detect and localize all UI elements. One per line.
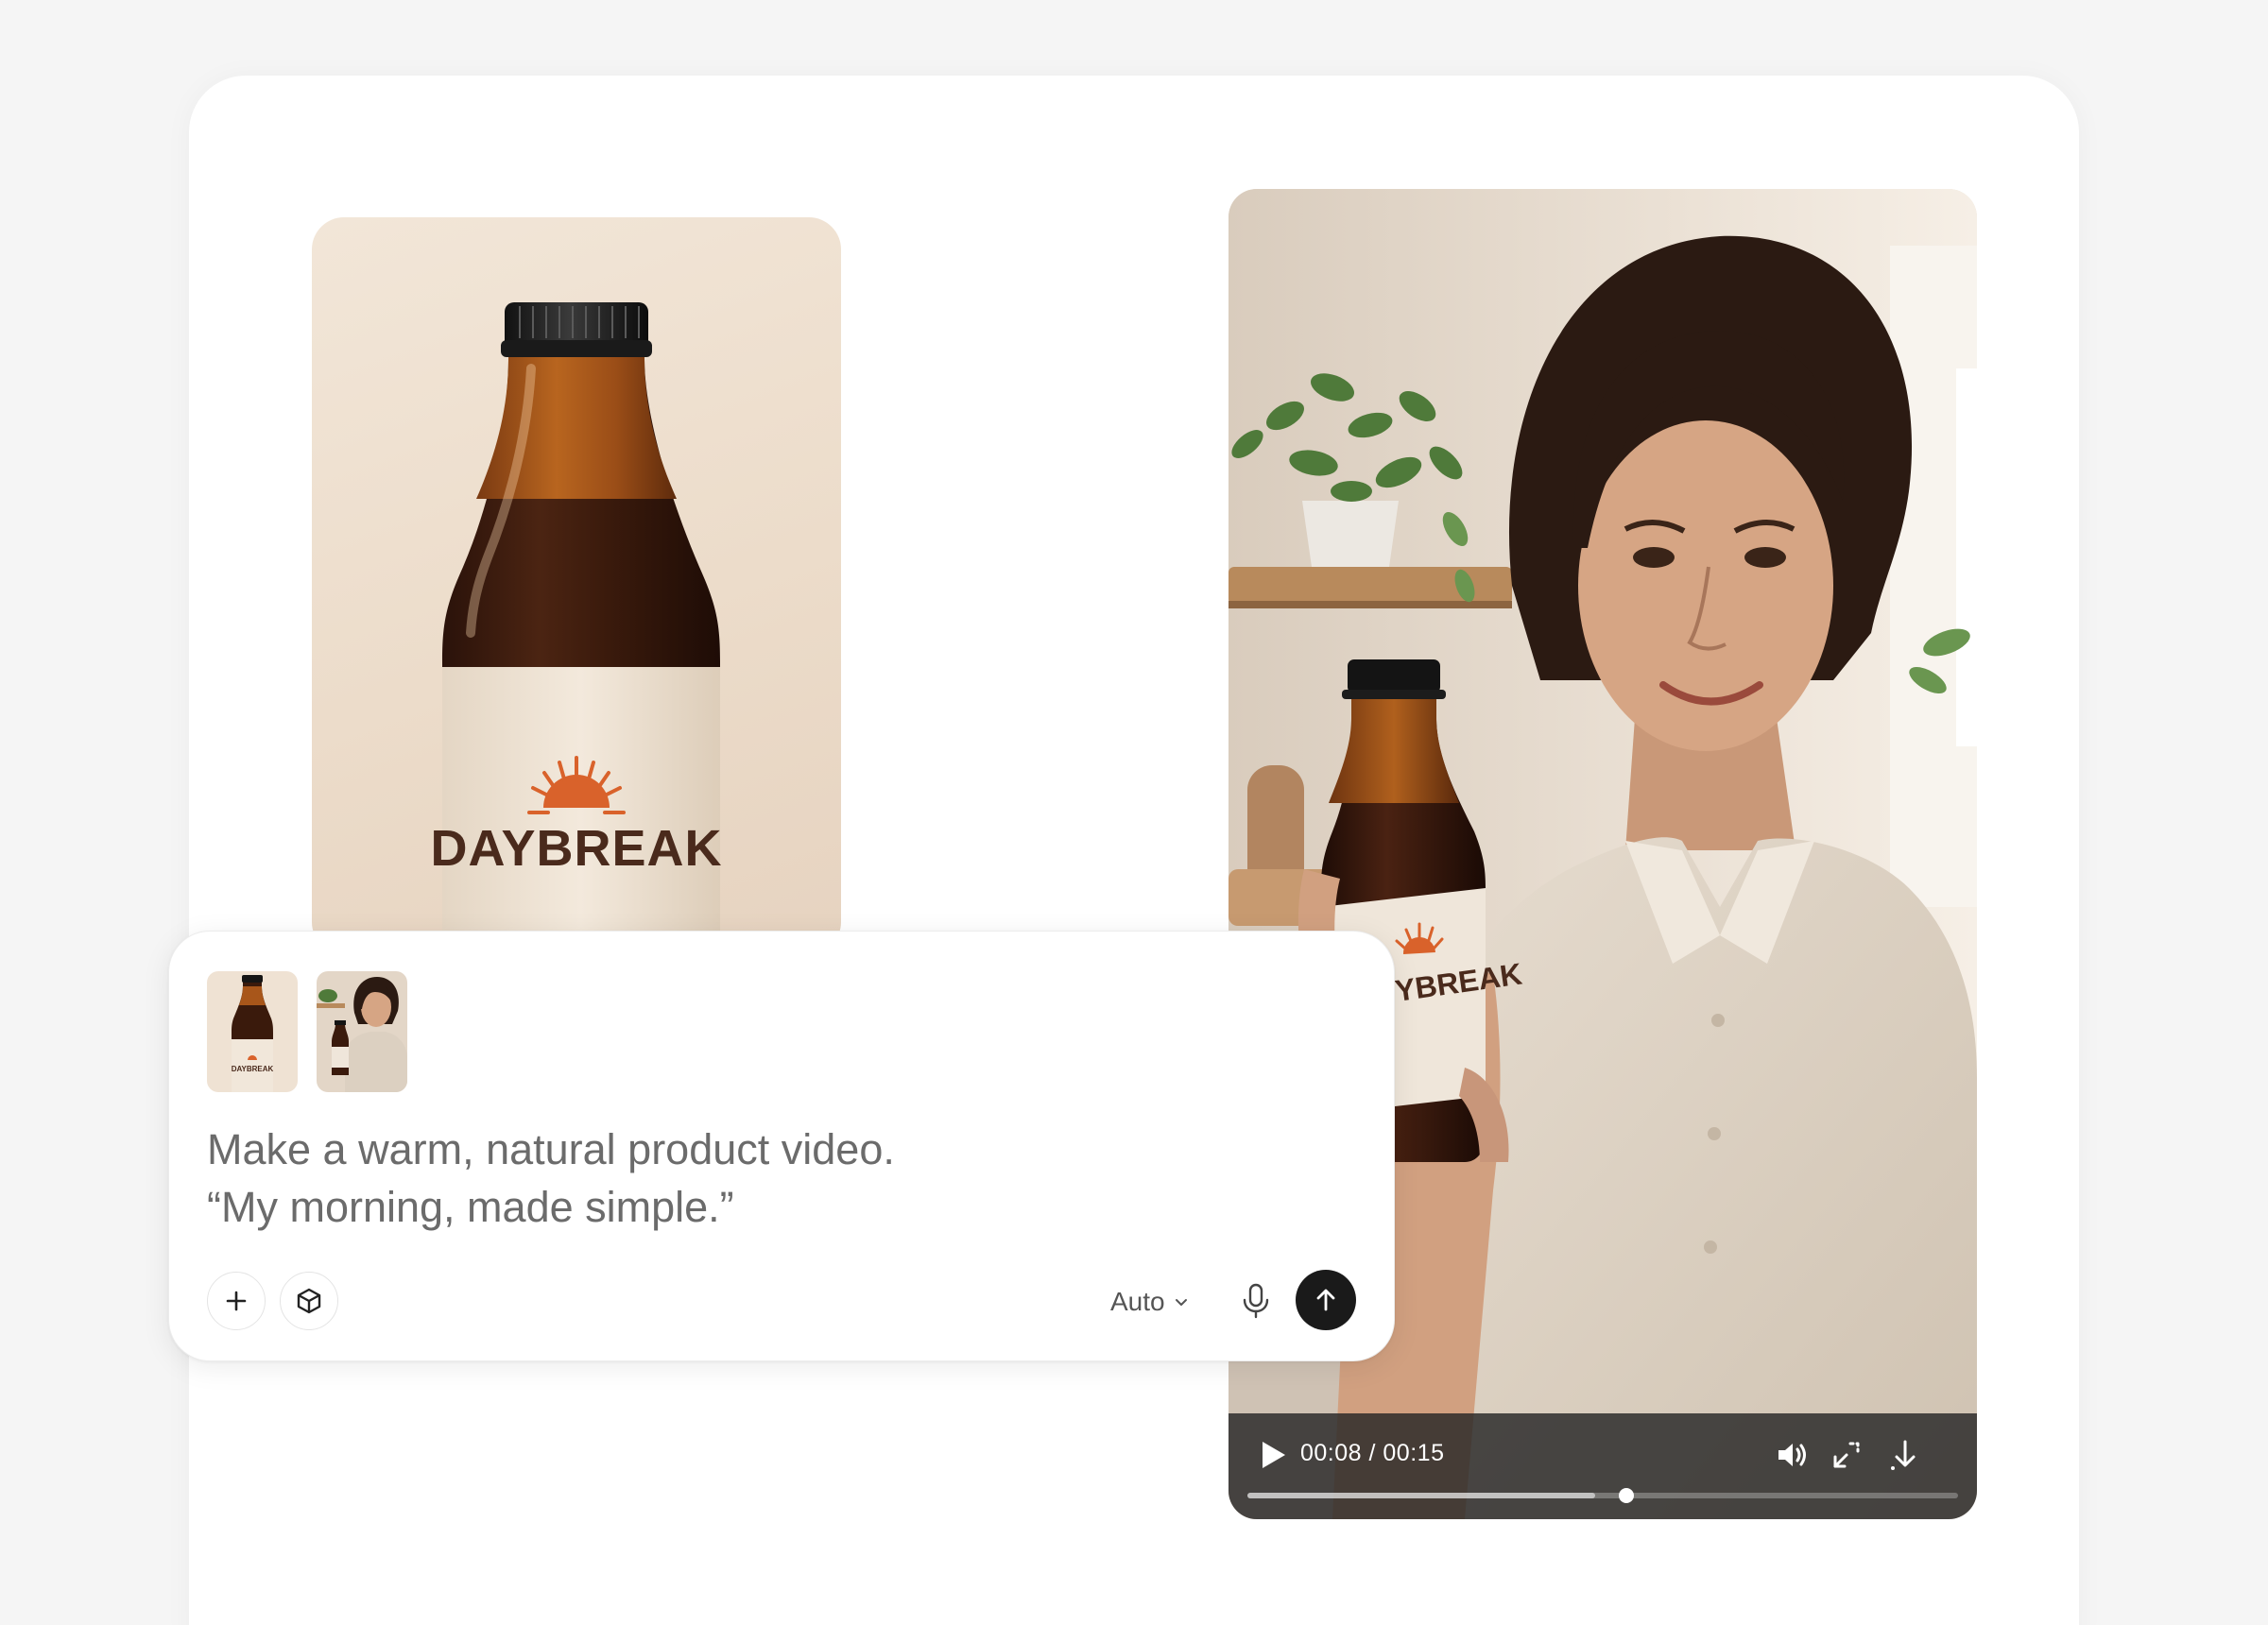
total-duration: 00:15 bbox=[1383, 1440, 1445, 1466]
brand-label: DAYBREAK bbox=[430, 820, 722, 877]
microphone-icon[interactable] bbox=[1231, 1275, 1280, 1325]
prompt-input[interactable]: Make a warm, natural product video. “My … bbox=[207, 1120, 1246, 1236]
progress-scrubber-handle[interactable] bbox=[1618, 1488, 1634, 1503]
mode-dropdown[interactable]: Auto bbox=[1110, 1283, 1190, 1321]
thumbnail-brand-label: DAYBREAK bbox=[232, 1065, 274, 1073]
prompt-composer: DAYBREAK Make a warm, natural product vi… bbox=[168, 931, 1395, 1361]
play-icon[interactable] bbox=[1251, 1434, 1293, 1476]
prompt-line: “My morning, made simple.” bbox=[207, 1183, 734, 1231]
volume-icon[interactable] bbox=[1771, 1434, 1813, 1476]
progress-bar[interactable] bbox=[1247, 1488, 1958, 1503]
fullscreen-icon[interactable] bbox=[1826, 1434, 1867, 1476]
video-controls-bar: 00:08 / 00:15 bbox=[1228, 1413, 1977, 1519]
time-display: 00:08 / 00:15 bbox=[1300, 1440, 1444, 1467]
product-image: DAYBREAK bbox=[312, 217, 841, 954]
time-separator: / bbox=[1362, 1440, 1383, 1466]
cube-icon bbox=[297, 1288, 321, 1314]
bottle-illustration: DAYBREAK bbox=[430, 302, 722, 954]
arrow-up-icon bbox=[1316, 1289, 1335, 1311]
send-button[interactable] bbox=[1296, 1270, 1356, 1330]
chevron-down-icon bbox=[1175, 1299, 1187, 1306]
current-time: 00:08 bbox=[1300, 1440, 1363, 1466]
download-icon[interactable] bbox=[1884, 1434, 1926, 1476]
page-background: DAYBREAK YBREAK 00:08 / 00:15 DAYBREAK M… bbox=[0, 0, 2268, 1625]
woman-holding-bottle-thumbnail bbox=[317, 971, 407, 1092]
attachment-product-bottle[interactable]: DAYBREAK bbox=[207, 971, 298, 1092]
progress-buffered bbox=[1247, 1493, 1596, 1498]
attachment-woman-holding-bottle[interactable] bbox=[317, 971, 407, 1092]
product-bottle-thumbnail: DAYBREAK bbox=[207, 971, 298, 1092]
mode-dropdown-value: Auto bbox=[1110, 1287, 1165, 1316]
prompt-line: Make a warm, natural product video. bbox=[207, 1125, 895, 1173]
add-attachment-button[interactable] bbox=[207, 1272, 266, 1330]
model-select-button[interactable] bbox=[280, 1272, 338, 1330]
plus-icon bbox=[226, 1291, 247, 1311]
